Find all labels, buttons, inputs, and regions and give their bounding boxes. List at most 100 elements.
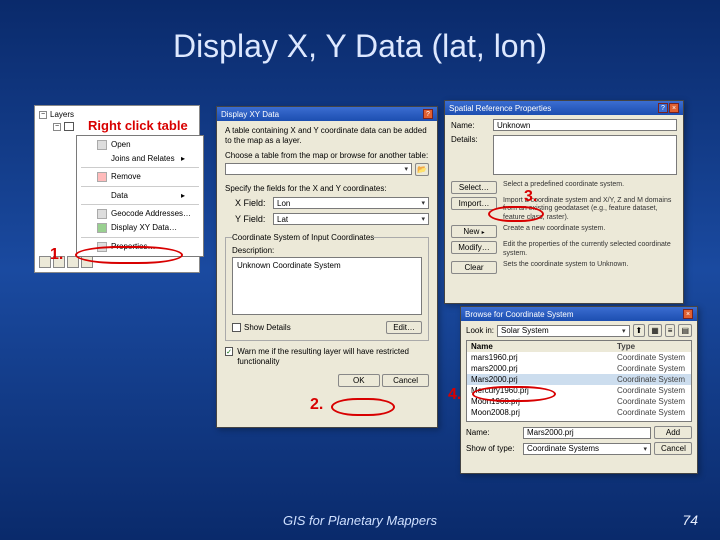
xy-spec-fields: Specify the fields for the X and Y coord… [225, 184, 429, 193]
menu-data[interactable]: Data▸ [77, 189, 203, 202]
footer: GIS for Planetary Mappers [0, 513, 720, 528]
step-4-oval [472, 386, 556, 402]
menu-separator [81, 237, 199, 238]
menu-label: Joins and Relates [111, 154, 175, 163]
chevron-right-icon: ▸ [181, 154, 185, 163]
btype-value: Coordinate Systems [527, 444, 599, 453]
menu-label: Display XY Data… [111, 223, 177, 232]
select-button[interactable]: Select… [451, 181, 497, 194]
menu-geocode[interactable]: Geocode Addresses… [77, 207, 203, 221]
step-1-oval [75, 246, 183, 264]
name-label: Name: [451, 121, 489, 130]
lookin-dropdown[interactable]: Solar System▾ [497, 325, 629, 337]
file-type: Coordinate System [617, 353, 687, 362]
cs-name-value: Unknown [497, 121, 530, 130]
xy-intro: A table containing X and Y coordinate da… [225, 126, 429, 145]
btype-dropdown[interactable]: Coordinate Systems ▾ [523, 443, 651, 455]
cancel-button[interactable]: Cancel [382, 374, 429, 387]
list-item[interactable]: Mars2000.prjCoordinate System [467, 374, 691, 385]
checkbox-icon [232, 323, 241, 332]
modify-desc: Edit the properties of the currently sel… [503, 241, 677, 258]
details-box [493, 135, 677, 175]
step-2-oval [331, 398, 395, 416]
bname-label: Name: [466, 428, 520, 437]
list-item[interactable]: mars2000.prjCoordinate System [467, 363, 691, 374]
cs-desc-text: Unknown Coordinate System [237, 261, 341, 270]
step-3-label: 3. [524, 188, 537, 206]
show-details-label: Show Details [244, 323, 291, 332]
modify-button[interactable]: Modify… [451, 241, 497, 254]
file-type: Coordinate System [617, 364, 687, 373]
warn-check[interactable]: ✓ Warn me if the resulting layer will ha… [225, 347, 429, 366]
new-button[interactable]: New ▸ [451, 225, 497, 238]
open-icon [97, 140, 107, 150]
table-icon [64, 122, 74, 131]
y-field-dropdown[interactable]: Lat ▾ [273, 213, 429, 225]
ok-button[interactable]: OK [338, 374, 380, 387]
list-item[interactable]: Moon2008.prjCoordinate System [467, 407, 691, 418]
slide-title: Display X, Y Data (lat, lon) [0, 28, 720, 65]
help-icon[interactable]: ? [658, 103, 668, 113]
file-type: Coordinate System [617, 408, 687, 417]
browse-button[interactable]: 📂 [415, 163, 429, 176]
add-button[interactable]: Add [654, 426, 692, 439]
tree-minus-icon: − [53, 123, 61, 131]
cs-desc-box: Unknown Coordinate System [232, 257, 422, 315]
step-1-label: 1. [50, 246, 63, 264]
toolbar-icon[interactable]: ▦ [648, 324, 662, 337]
edit-cs-button[interactable]: Edit… [386, 321, 422, 334]
close-icon[interactable]: ? [423, 109, 433, 119]
titlebar: Spatial Reference Properties ? × [445, 101, 683, 115]
menu-separator [81, 167, 199, 168]
geocode-icon [97, 209, 107, 219]
file-name: mars1960.prj [471, 353, 617, 362]
context-menu: Open Joins and Relates ▸ Remove Data▸ Geo… [76, 135, 204, 257]
menu-separator [81, 186, 199, 187]
chevron-right-icon: ▸ [482, 230, 485, 236]
table-dropdown[interactable]: ▾ [225, 163, 412, 175]
menu-remove[interactable]: Remove [77, 170, 203, 184]
file-type: Coordinate System [617, 397, 687, 406]
chevron-down-icon: ▾ [421, 199, 425, 207]
close-icon[interactable]: × [669, 103, 679, 113]
x-field-dropdown[interactable]: Lon ▾ [273, 197, 429, 209]
menu-display-xy[interactable]: Display XY Data… [77, 221, 203, 235]
window-title: Browse for Coordinate System [465, 310, 574, 319]
checkbox-icon: ✓ [225, 347, 233, 356]
cs-legend: Coordinate System of Input Coordinates [232, 233, 374, 242]
chevron-down-icon: ▾ [421, 215, 425, 223]
titlebar: Display XY Data ? [217, 107, 437, 121]
page-number: 74 [682, 512, 698, 528]
list-item[interactable]: mars1960.prjCoordinate System [467, 352, 691, 363]
tree-minus-icon: − [39, 111, 47, 119]
chevron-down-icon: ▾ [404, 165, 408, 173]
titlebar: Browse for Coordinate System × [461, 307, 697, 321]
menu-open[interactable]: Open [77, 138, 203, 152]
menu-joins[interactable]: Joins and Relates ▸ [77, 152, 203, 165]
file-list[interactable]: NameType mars1960.prjCoordinate System m… [466, 340, 692, 422]
step-3-oval [488, 206, 544, 222]
toolbar-icon[interactable]: ▤ [678, 324, 692, 337]
cancel-button[interactable]: Cancel [654, 442, 692, 455]
step-4-label: 4. [448, 386, 461, 404]
right-click-label: Right click table [88, 118, 188, 133]
file-type: Coordinate System [617, 375, 687, 384]
up-icon[interactable]: ⬆ [633, 324, 646, 337]
close-icon[interactable]: × [683, 309, 693, 319]
lookin-label: Look in: [466, 326, 494, 335]
cs-name-field: Unknown [493, 119, 677, 131]
bname-field[interactable]: Mars2000.prj [523, 427, 651, 439]
xy-choose-table: Choose a table from the map or browse fo… [225, 151, 429, 160]
warn-label: Warn me if the resulting layer will have… [237, 347, 429, 366]
chevron-down-icon: ▾ [643, 445, 647, 453]
toolbar-icon[interactable]: ≡ [665, 324, 676, 337]
show-details-check[interactable]: Show Details [232, 323, 291, 332]
x-field-value: Lon [277, 199, 290, 208]
menu-label: Remove [111, 172, 141, 181]
window-title: Display XY Data [221, 110, 279, 119]
y-field-value: Lat [277, 215, 288, 224]
clear-button[interactable]: Clear [451, 261, 497, 274]
bname-value: Mars2000.prj [527, 428, 574, 437]
import-button[interactable]: Import… [451, 197, 497, 210]
remove-icon [97, 172, 107, 182]
